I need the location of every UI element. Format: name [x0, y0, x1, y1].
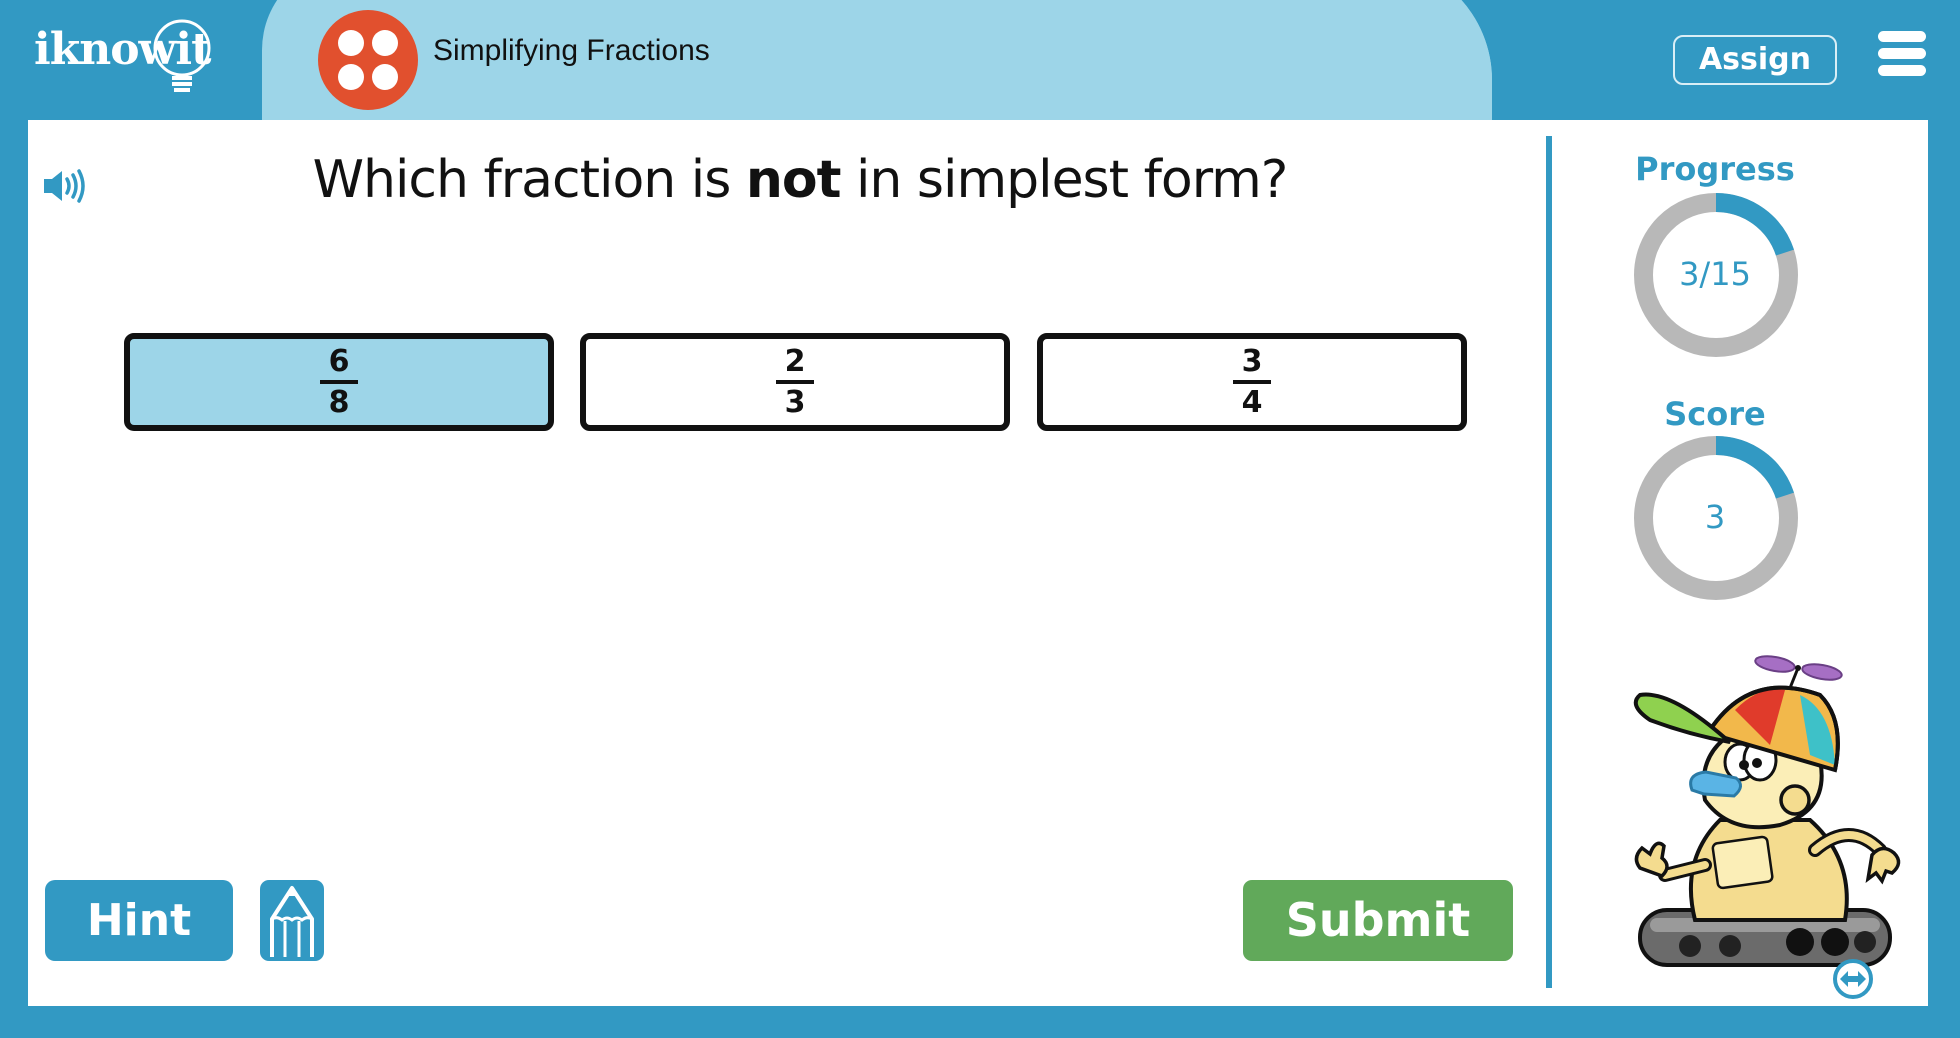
- robot-mascot: [1633, 655, 1901, 967]
- fraction: 2 3: [776, 343, 814, 420]
- submit-button[interactable]: Submit: [1243, 880, 1513, 961]
- swap-arrows-icon[interactable]: [1831, 957, 1875, 1001]
- question-emphasis: not: [745, 150, 842, 210]
- denominator: 3: [784, 384, 806, 420]
- progress-value: 3/15: [1679, 255, 1751, 293]
- hamburger-menu-icon[interactable]: [1878, 31, 1926, 77]
- score-ring-fill: [1715, 436, 1794, 499]
- denominator: 4: [1241, 384, 1263, 420]
- pencil-icon: [270, 886, 314, 957]
- score-label: Score: [1664, 395, 1766, 433]
- scratchpad-button[interactable]: [260, 880, 324, 961]
- assign-button[interactable]: Assign: [1673, 35, 1837, 85]
- fraction-bar: [1233, 379, 1271, 384]
- fraction-bar: [320, 379, 358, 384]
- topic-dots-icon: [318, 10, 418, 110]
- progress-ring-fill: [1715, 193, 1794, 256]
- answer-choice[interactable]: 2 3: [580, 333, 1010, 431]
- fraction-bar: [776, 379, 814, 384]
- topic-title: Simplifying Fractions: [433, 34, 710, 67]
- score-value: 3: [1704, 498, 1726, 536]
- fraction: 6 8: [320, 343, 358, 420]
- answer-choice[interactable]: 6 8: [124, 333, 554, 431]
- iknowit-logo[interactable]: iknowit: [34, 18, 224, 98]
- lightbulb-icon: [153, 19, 211, 92]
- sidebar-divider: [1546, 136, 1552, 988]
- fraction: 3 4: [1233, 343, 1271, 420]
- numerator: 2: [784, 343, 806, 379]
- question-text: Which fraction is not in simplest form?: [0, 150, 1600, 210]
- answer-choice[interactable]: 3 4: [1037, 333, 1467, 431]
- question-prefix: Which fraction is: [312, 150, 746, 210]
- denominator: 8: [328, 384, 350, 420]
- numerator: 3: [1241, 343, 1263, 379]
- hint-button[interactable]: Hint: [45, 880, 233, 961]
- numerator: 6: [328, 343, 350, 379]
- question-suffix: in simplest form?: [840, 150, 1288, 210]
- top-bar: iknowit Simplifying Fractions Assign: [0, 0, 1960, 120]
- progress-label: Progress: [1635, 150, 1795, 188]
